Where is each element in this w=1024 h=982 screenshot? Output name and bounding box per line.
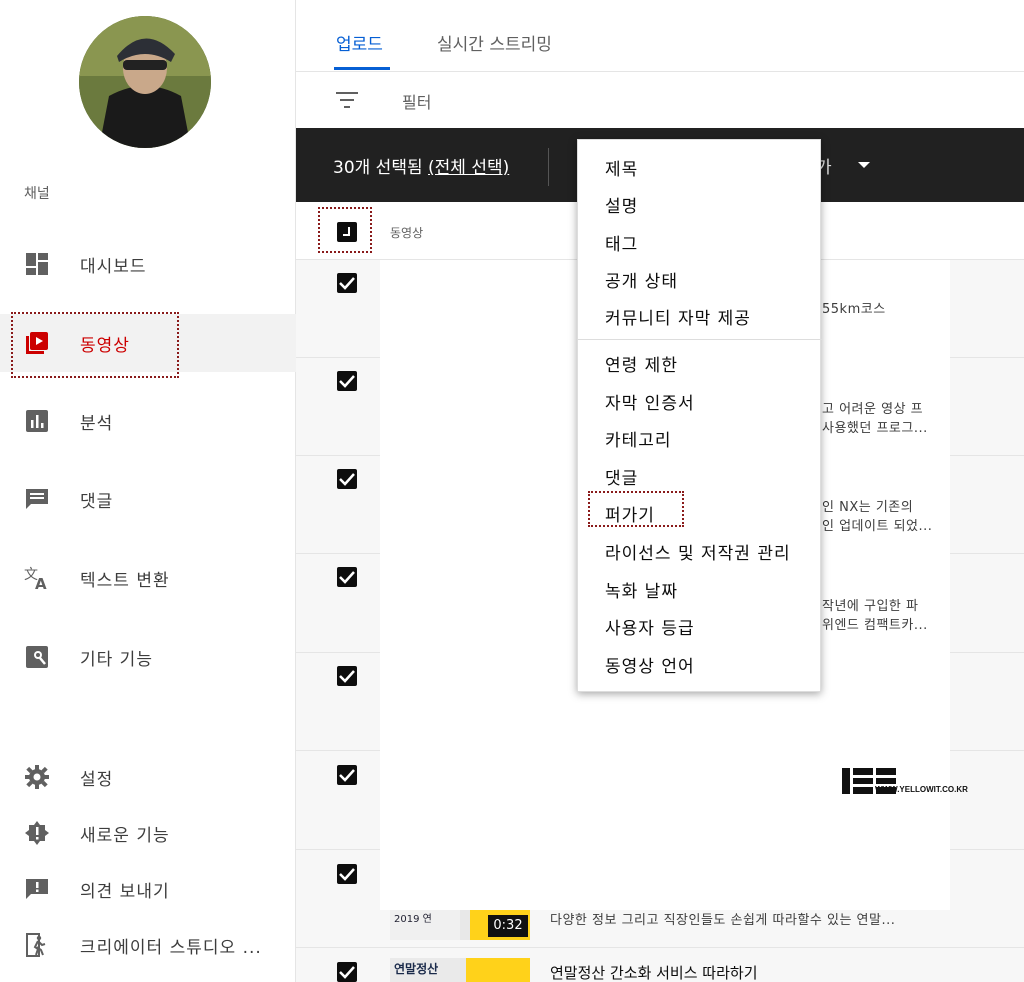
video-thumbnail[interactable]: 연말정산: [390, 958, 530, 982]
sidebar-item-settings[interactable]: 설정: [0, 748, 296, 806]
row-description: 사용했던 프로그...: [822, 421, 928, 436]
chevron-down-icon[interactable]: [858, 162, 870, 168]
row-description: 다양한 정보 그리고 직장인들도 손쉽게 따라할수 있는 연말...: [550, 913, 896, 928]
edit-field-menu: 제목 설명 태그 공개 상태 커뮤니티 자막 제공 연령 제한 자막 인증서 카…: [577, 139, 822, 692]
row-description: 인 NX는 기존의: [822, 500, 914, 515]
filter-label[interactable]: 필터: [402, 89, 431, 113]
sidebar-item-label: 동영상: [80, 335, 130, 356]
sidebar-item-label: 텍스트 변환: [80, 570, 170, 591]
thumbnail-text: 2019 연: [394, 914, 432, 925]
menu-item-comments[interactable]: 댓글: [605, 464, 638, 489]
new-features-icon: [24, 820, 50, 846]
translate-icon: 文A: [24, 565, 50, 591]
menu-item-title[interactable]: 제목: [605, 155, 638, 180]
menu-item-license-rights[interactable]: 라이선스 및 저작권 관리: [605, 539, 791, 564]
sidebar-item-label: 대시보드: [80, 256, 147, 277]
menu-item-video-language[interactable]: 동영상 언어: [605, 652, 695, 677]
select-all-link[interactable]: (전체 선택): [428, 158, 509, 178]
menu-divider: [578, 339, 822, 340]
watermark-text: WWW.YELLOWIT.CO.KR: [875, 785, 968, 794]
menu-item-embedding[interactable]: 퍼가기: [605, 501, 655, 526]
row-description: 위엔드 컴팩트카...: [822, 618, 928, 633]
sidebar-item-feedback[interactable]: 의견 보내기: [0, 860, 296, 918]
sidebar-item-label: 분석: [80, 413, 114, 434]
row-description: 작년에 구입한 파: [822, 599, 919, 614]
filter-row[interactable]: 필터: [296, 72, 1024, 128]
sidebar-item-label: 설정: [80, 769, 114, 790]
row-checkbox[interactable]: [337, 962, 357, 982]
menu-item-age-restriction[interactable]: 연령 제한: [605, 351, 678, 376]
row-checkbox[interactable]: [337, 469, 357, 489]
dashboard-icon: [24, 251, 50, 277]
menu-item-tags[interactable]: 태그: [605, 230, 638, 255]
thumbnail-text: 연말정산: [394, 962, 439, 976]
svg-text:A: A: [35, 575, 47, 591]
selection-count: 30개 선택됨 (전체 선택): [333, 158, 510, 178]
sidebar-item-comments[interactable]: 댓글: [0, 470, 296, 528]
menu-item-recording-date[interactable]: 녹화 날짜: [605, 577, 678, 602]
row-checkbox[interactable]: [337, 864, 357, 884]
filter-icon[interactable]: [336, 92, 358, 112]
video-icon: [24, 330, 50, 356]
analytics-icon: [24, 408, 50, 434]
tab-uploads[interactable]: 업로드: [336, 30, 383, 55]
classic-studio-icon: [24, 932, 50, 958]
sidebar-item-label: 댓글: [80, 491, 114, 512]
sidebar: 채널 대시보드 동영상 분석 댓글 文A 텍스트 변환 기타 기능 설정 새로운…: [0, 0, 296, 982]
menu-item-caption-certificate[interactable]: 자막 인증서: [605, 389, 695, 414]
action-bar-divider: [548, 148, 549, 186]
row-description: 인 업데이트 되었...: [822, 519, 933, 534]
menu-item-community-subtitles[interactable]: 커뮤니티 자막 제공: [605, 304, 751, 329]
sidebar-item-transcriptions[interactable]: 文A 텍스트 변환: [0, 549, 296, 607]
sidebar-item-analytics[interactable]: 분석: [0, 392, 296, 450]
feedback-icon: [24, 876, 50, 902]
comment-icon: [24, 486, 50, 512]
menu-item-visibility[interactable]: 공개 상태: [605, 267, 678, 292]
menu-item-audience-rating[interactable]: 사용자 등급: [605, 614, 695, 639]
row-description: 55km코스: [822, 302, 886, 317]
row-checkbox[interactable]: [337, 371, 357, 391]
channel-label: 채널: [24, 186, 50, 202]
row-checkbox[interactable]: [337, 765, 357, 785]
sidebar-item-videos[interactable]: 동영상: [0, 314, 296, 372]
active-tab-indicator: [334, 67, 390, 70]
sidebar-item-label: 기타 기능: [80, 649, 153, 670]
sidebar-item-dashboard[interactable]: 대시보드: [0, 235, 296, 293]
sidebar-item-label: 새로운 기능: [80, 825, 170, 846]
sidebar-item-creator-studio[interactable]: 크리에이터 스튜디오 ...: [0, 916, 296, 974]
other-features-icon: [24, 644, 50, 670]
menu-item-category[interactable]: 카테고리: [605, 426, 672, 451]
row-description: 고 어려운 영상 프: [822, 402, 924, 417]
video-duration: 0:32: [488, 915, 528, 937]
select-all-checkbox[interactable]: [337, 222, 357, 242]
row-checkbox[interactable]: [337, 567, 357, 587]
sidebar-item-whats-new[interactable]: 새로운 기능: [0, 804, 296, 862]
row-checkbox[interactable]: [337, 666, 357, 686]
sidebar-item-label: 크리에이터 스튜디오 ...: [80, 937, 262, 958]
column-header-video: 동영상: [390, 226, 424, 240]
sidebar-item-label: 의견 보내기: [80, 881, 170, 902]
video-title[interactable]: 연말정산 간소화 서비스 따라하기: [550, 962, 758, 982]
sidebar-item-other-features[interactable]: 기타 기능: [0, 628, 296, 686]
menu-item-description[interactable]: 설명: [605, 192, 638, 217]
tab-bar: 업로드 실시간 스트리밍: [296, 0, 1024, 72]
tab-live[interactable]: 실시간 스트리밍: [437, 30, 552, 55]
gear-icon: [24, 764, 50, 790]
row-checkbox[interactable]: [337, 273, 357, 293]
channel-avatar[interactable]: [79, 16, 211, 148]
